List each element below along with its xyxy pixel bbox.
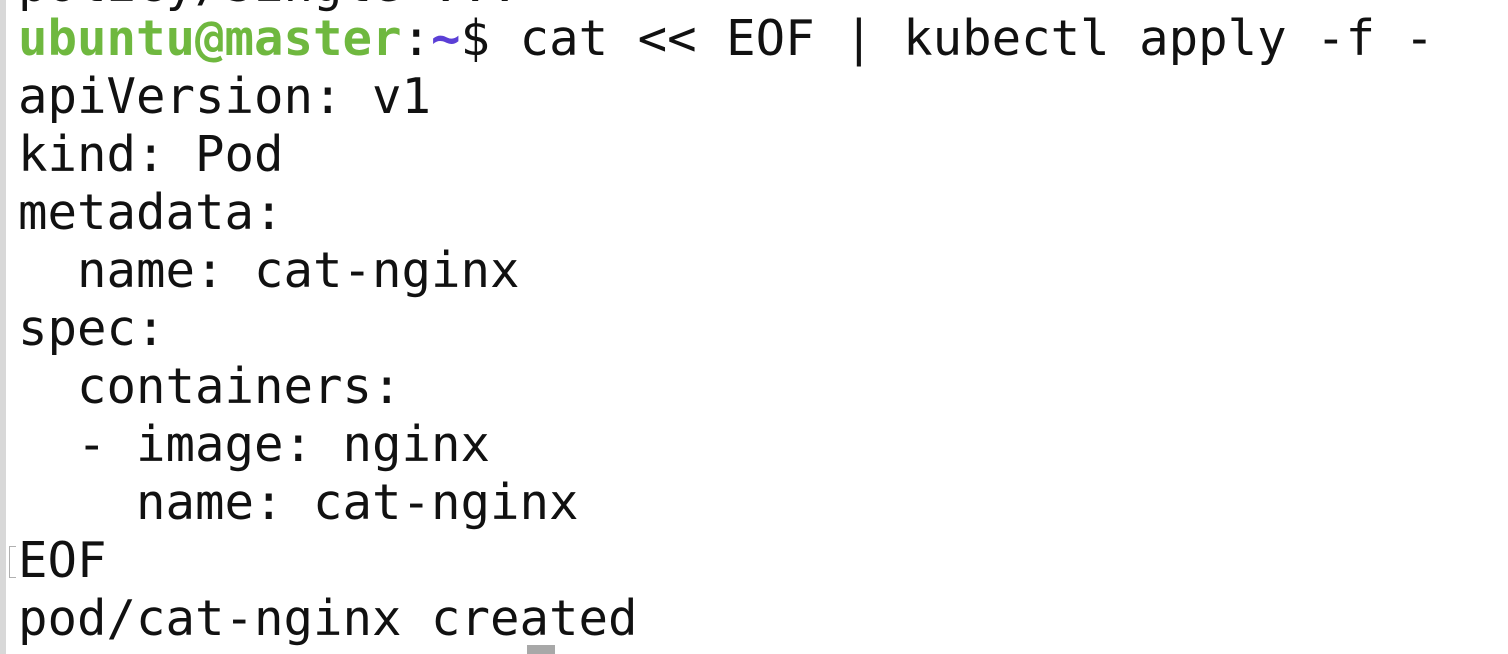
output-line: containers: xyxy=(18,358,402,415)
prompt-user-host: ubuntu@master xyxy=(18,10,402,67)
output-line: pod/cat-nginx created xyxy=(18,590,638,647)
output-line: name: cat-nginx xyxy=(18,242,520,299)
output-line: apiVersion: v1 xyxy=(18,68,432,125)
prompt-path: ~ xyxy=(431,10,461,67)
output-line: EOF xyxy=(18,532,107,589)
prompt-line: ubuntu@master:~$ cat << EOF | kubectl ap… xyxy=(18,10,1434,68)
output-line: name: cat-nginx xyxy=(18,474,579,531)
terminal-window[interactable]: policy/single-... ubuntu@master:~$ cat <… xyxy=(0,0,1508,654)
window-edge xyxy=(0,0,6,654)
output-line: - image: nginx xyxy=(18,416,491,473)
output-line: kind: Pod xyxy=(18,126,284,183)
selection-bracket-marker xyxy=(9,546,16,578)
prompt-colon: : xyxy=(401,10,432,67)
prompt-dollar: $ xyxy=(460,10,491,67)
text-cursor xyxy=(527,645,555,654)
output-line: metadata: xyxy=(18,184,284,241)
command-text: cat << EOF | kubectl apply -f - xyxy=(490,10,1435,67)
output-line: spec: xyxy=(18,300,166,357)
